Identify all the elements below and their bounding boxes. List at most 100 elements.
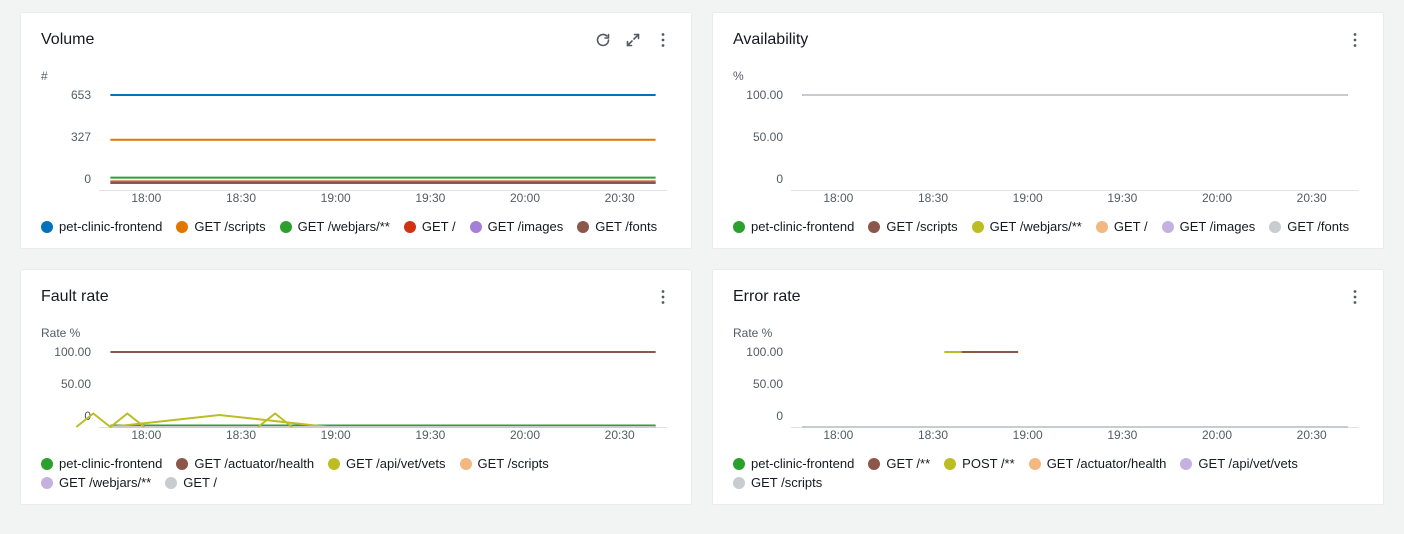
y-tick: 50.00: [733, 378, 783, 390]
legend-label: pet-clinic-frontend: [751, 456, 854, 471]
x-tick: 18:30: [886, 428, 981, 444]
legend-swatch: [41, 221, 53, 233]
x-tick: 20:30: [1264, 428, 1359, 444]
legend-label: GET /: [183, 475, 217, 490]
legend: pet-clinic-frontend GET /** POST /** GET /a…: [733, 456, 1363, 490]
more-icon[interactable]: [1347, 289, 1363, 305]
more-icon[interactable]: [655, 32, 671, 48]
x-tick: 18:00: [791, 428, 886, 444]
x-tick: 18:00: [791, 191, 886, 207]
legend-label: GET /fonts: [595, 219, 657, 234]
legend: pet-clinic-frontend GET /scripts GET /webj…: [41, 219, 671, 234]
legend-label: GET /scripts: [886, 219, 957, 234]
x-tick: 20:30: [1264, 191, 1359, 207]
fault-card: Fault rateRate %100.0050.00018:0018:3019…: [20, 269, 692, 505]
y-tick: 50.00: [41, 378, 91, 390]
legend-label: GET /**: [886, 456, 930, 471]
chart-title: Fault rate: [41, 288, 109, 306]
legend-item[interactable]: GET /: [404, 219, 456, 234]
legend-swatch: [176, 221, 188, 233]
x-tick: 20:00: [1170, 191, 1265, 207]
legend-item[interactable]: GET /fonts: [577, 219, 657, 234]
legend-swatch: [1096, 221, 1108, 233]
legend-item[interactable]: GET /webjars/**: [972, 219, 1082, 234]
volume-card: Volume#653327018:0018:3019:0019:3020:002…: [20, 12, 692, 249]
legend-item[interactable]: GET /: [165, 475, 217, 490]
legend-item[interactable]: pet-clinic-frontend: [41, 219, 162, 234]
legend-swatch: [1269, 221, 1281, 233]
legend-label: GET /api/vet/vets: [1198, 456, 1297, 471]
legend-item[interactable]: pet-clinic-frontend: [733, 456, 854, 471]
legend-label: GET /: [422, 219, 456, 234]
legend-item[interactable]: POST /**: [944, 456, 1015, 471]
legend-swatch: [1180, 458, 1192, 470]
legend-item[interactable]: GET /webjars/**: [280, 219, 390, 234]
unit-label: Rate %: [41, 326, 671, 340]
chart-title: Availability: [733, 31, 808, 49]
x-tick: 18:00: [99, 428, 194, 444]
legend-item[interactable]: pet-clinic-frontend: [41, 456, 162, 471]
legend-item[interactable]: GET /fonts: [1269, 219, 1349, 234]
legend-swatch: [1029, 458, 1041, 470]
y-tick: 100.00: [733, 346, 783, 358]
legend-item[interactable]: GET /images: [470, 219, 564, 234]
plot: 100.0050.00018:0018:3019:0019:3020:0020:…: [733, 346, 1363, 444]
legend-item[interactable]: GET /webjars/**: [41, 475, 151, 490]
availability-card: Availability%100.0050.00018:0018:3019:00…: [712, 12, 1384, 249]
legend-swatch: [577, 221, 589, 233]
legend-label: GET /webjars/**: [59, 475, 151, 490]
legend-item[interactable]: GET /api/vet/vets: [328, 456, 445, 471]
x-tick: 18:30: [886, 191, 981, 207]
plot: 653327018:0018:3019:0019:3020:0020:30: [41, 89, 671, 207]
x-tick: 19:30: [1075, 191, 1170, 207]
legend-label: GET /scripts: [478, 456, 549, 471]
legend-item[interactable]: GET /scripts: [868, 219, 957, 234]
legend-swatch: [404, 221, 416, 233]
legend-item[interactable]: GET /api/vet/vets: [1180, 456, 1297, 471]
legend-swatch: [41, 458, 53, 470]
legend-swatch: [868, 458, 880, 470]
legend-item[interactable]: GET /: [1096, 219, 1148, 234]
legend-swatch: [1162, 221, 1174, 233]
y-tick: 100.00: [41, 346, 91, 358]
legend-swatch: [972, 221, 984, 233]
legend-item[interactable]: GET /actuator/health: [1029, 456, 1167, 471]
y-tick: 0: [41, 173, 91, 185]
legend-label: pet-clinic-frontend: [751, 219, 854, 234]
legend-item[interactable]: GET /actuator/health: [176, 456, 314, 471]
x-tick: 18:00: [99, 191, 194, 207]
legend-item[interactable]: GET /images: [1162, 219, 1256, 234]
x-tick: 20:00: [1170, 428, 1265, 444]
refresh-icon[interactable]: [595, 32, 611, 48]
legend-swatch: [733, 458, 745, 470]
more-icon[interactable]: [1347, 32, 1363, 48]
legend-label: GET /scripts: [194, 219, 265, 234]
legend-item[interactable]: pet-clinic-frontend: [733, 219, 854, 234]
legend-label: GET /actuator/health: [1047, 456, 1167, 471]
legend-swatch: [733, 221, 745, 233]
y-tick: 327: [41, 131, 91, 143]
legend-label: GET /webjars/**: [990, 219, 1082, 234]
legend-item[interactable]: GET /scripts: [460, 456, 549, 471]
y-tick: 0: [733, 410, 783, 422]
y-tick: 50.00: [733, 131, 783, 143]
legend-item[interactable]: GET /scripts: [733, 475, 822, 490]
x-tick: 18:30: [194, 428, 289, 444]
chart-title: Volume: [41, 31, 94, 49]
x-tick: 20:00: [478, 428, 573, 444]
more-icon[interactable]: [655, 289, 671, 305]
plot: 100.0050.00018:0018:3019:0019:3020:0020:…: [41, 346, 671, 444]
x-tick: 20:00: [478, 191, 573, 207]
legend-label: GET /actuator/health: [194, 456, 314, 471]
legend-item[interactable]: GET /scripts: [176, 219, 265, 234]
legend-label: GET /api/vet/vets: [346, 456, 445, 471]
legend-swatch: [176, 458, 188, 470]
x-tick: 20:30: [572, 191, 667, 207]
legend-item[interactable]: GET /**: [868, 456, 930, 471]
legend-label: POST /**: [962, 456, 1015, 471]
legend: pet-clinic-frontend GET /actuator/health G…: [41, 456, 671, 490]
legend-swatch: [470, 221, 482, 233]
x-tick: 19:30: [1075, 428, 1170, 444]
expand-icon[interactable]: [625, 32, 641, 48]
legend-label: GET /scripts: [751, 475, 822, 490]
